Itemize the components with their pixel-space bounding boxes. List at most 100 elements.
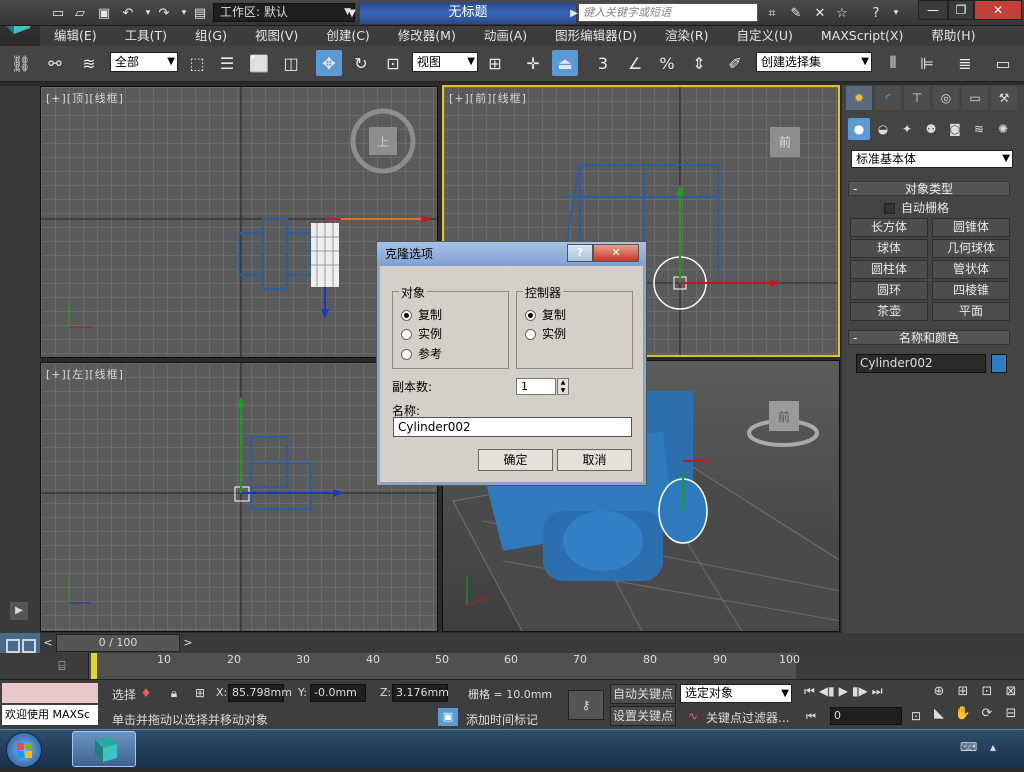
plane-button[interactable]: 平面 — [932, 302, 1010, 321]
pan-icon[interactable]: ✋ — [952, 706, 974, 726]
menu-edit[interactable]: 编辑(E) — [40, 26, 111, 46]
x-coordinate-field[interactable]: 85.798mm — [228, 684, 292, 702]
geometry-icon[interactable]: ● — [848, 118, 870, 140]
menu-maxscript[interactable]: MAXScript(X) — [807, 26, 917, 46]
binoculars-icon[interactable]: ⌗ — [762, 3, 782, 23]
select-by-name-icon[interactable]: ☰ — [214, 50, 240, 76]
pyramid-button[interactable]: 四棱锥 — [932, 281, 1010, 300]
menu-customize[interactable]: 自定义(U) — [723, 26, 807, 46]
next-frame-icon[interactable]: ▮▶ — [852, 684, 868, 704]
select-rotate-icon[interactable]: ↻ — [348, 50, 374, 76]
zoom-extents-all-icon[interactable]: ⊠ — [1000, 684, 1022, 704]
orbit-icon[interactable]: ⟳ — [976, 706, 998, 726]
manipulate-icon[interactable]: ✛ — [520, 50, 546, 76]
zoom-icon[interactable]: ⊕ — [928, 684, 950, 704]
autogrid-checkbox[interactable]: 自动栅格 — [884, 199, 1004, 215]
clone-name-input[interactable]: Cylinder002 — [393, 417, 632, 437]
add-time-tag[interactable]: 添加时间标记 — [466, 711, 538, 728]
menu-modifiers[interactable]: 修改器(M) — [384, 26, 470, 46]
current-frame-field[interactable]: 0 — [830, 707, 902, 725]
menu-create[interactable]: 创建(C) — [312, 26, 383, 46]
utilities-tab-icon[interactable]: ⚒ — [991, 86, 1017, 110]
space-warps-icon[interactable]: ≋ — [968, 118, 990, 140]
save-file-icon[interactable]: ▣ — [94, 3, 114, 23]
create-tab-icon[interactable]: ✹ — [846, 86, 872, 110]
menu-group[interactable]: 组(G) — [181, 26, 241, 46]
menu-graph-editors[interactable]: 图形编辑器(D) — [541, 26, 651, 46]
link-icon[interactable]: ⛓ — [8, 50, 34, 76]
keyboard-tray-icon[interactable]: ⌨ — [960, 740, 980, 758]
menu-views[interactable]: 视图(V) — [241, 26, 312, 46]
key-mode-toggle-icon[interactable]: ⏮ — [806, 708, 824, 726]
menu-animation[interactable]: 动画(A) — [470, 26, 541, 46]
field-of-view-icon[interactable]: ◣ — [928, 706, 950, 726]
copies-spinner-arrows-icon[interactable]: ▲ ▼ — [557, 378, 569, 395]
percent-snap-icon[interactable]: % — [654, 50, 680, 76]
maxscript-mini-listener[interactable]: 欢迎使用 MAXSc — [2, 705, 98, 725]
radio-object-reference[interactable]: 参考 — [401, 345, 442, 362]
radio-object-instance[interactable]: 实例 — [401, 325, 442, 342]
maxscript-listener-pink[interactable] — [2, 683, 98, 703]
menu-tools[interactable]: 工具(T) — [111, 26, 181, 46]
expand-panel-icon[interactable]: ▶ — [10, 602, 28, 620]
box-button[interactable]: 长方体 — [850, 218, 928, 237]
dialog-help-icon[interactable]: ? — [567, 244, 593, 262]
set-key-icon[interactable]: ⚷ — [568, 690, 604, 720]
lock-selection-icon[interactable]: 🔒︎ — [164, 683, 184, 703]
ok-button[interactable]: 确定 — [478, 449, 553, 471]
keyboard-shortcut-icon[interactable]: ⏏ — [552, 50, 578, 76]
name-color-rollout[interactable]: - 名称和颜色 — [848, 330, 1010, 345]
minimize-icon[interactable]: — — [918, 0, 948, 20]
torus-button[interactable]: 圆环 — [850, 281, 928, 300]
edit-named-selection-icon[interactable]: ✐ — [722, 50, 748, 76]
geosphere-button[interactable]: 几何球体 — [932, 239, 1010, 258]
radio-controller-instance[interactable]: 实例 — [525, 325, 566, 342]
search-input[interactable]: 键入关键字或短语 — [578, 3, 758, 22]
angle-snap-icon[interactable]: ∠ — [622, 50, 648, 76]
communication-icon[interactable]: ✕ — [810, 3, 830, 23]
key-mode-dropdown[interactable]: 选定对象 ▼ — [680, 684, 792, 703]
modify-tab-icon[interactable]: ◜ — [875, 86, 901, 110]
auto-key-button[interactable]: 自动关键点 — [610, 684, 676, 704]
start-orb-icon[interactable] — [6, 732, 42, 768]
tray-expand-icon[interactable]: ▴ — [990, 740, 1010, 758]
open-file-icon[interactable]: ▱ — [70, 3, 90, 23]
cone-button[interactable]: 圆锥体 — [932, 218, 1010, 237]
restore-icon[interactable]: ❐ — [948, 0, 974, 20]
shapes-icon[interactable]: ◒ — [872, 118, 894, 140]
cameras-icon[interactable]: ⚉ — [920, 118, 942, 140]
time-slider[interactable]: 0 / 100 — [56, 634, 180, 652]
timeline-ruler[interactable]: 10 20 30 40 50 60 70 80 90 100 — [88, 653, 800, 679]
category-dropdown[interactable]: 标准基本体 ▼ — [851, 150, 1013, 168]
z-coordinate-field[interactable]: 3.176mm — [392, 684, 449, 702]
absolute-mode-icon[interactable]: ⊞ — [190, 683, 210, 703]
reference-coord-dropdown[interactable]: 视图 ▼ — [412, 52, 478, 72]
current-frame-marker[interactable] — [91, 653, 97, 679]
close-icon[interactable]: ✕ — [974, 0, 1022, 20]
rect-selection-icon[interactable]: ⬜ — [246, 50, 272, 76]
bind-space-warp-icon[interactable]: ≋ — [76, 50, 102, 76]
object-color-swatch[interactable] — [991, 354, 1007, 373]
motion-tab-icon[interactable]: ◎ — [933, 86, 959, 110]
align-icon[interactable]: ⊫ — [914, 50, 940, 76]
set-key-button[interactable]: 设置关键点 — [610, 706, 676, 726]
track-bar[interactable]: ⌸ 10 20 30 40 50 60 70 80 90 100 — [0, 653, 1024, 679]
undo-icon[interactable]: ↶ — [118, 3, 138, 23]
maximize-viewport-icon[interactable]: ⊟ — [1000, 706, 1022, 726]
workspace-extra-icon[interactable]: ▼ — [342, 3, 362, 23]
select-object-icon[interactable]: ⬚ — [184, 50, 210, 76]
key-tool-icon[interactable]: ✎ — [786, 3, 806, 23]
object-name-field[interactable]: Cylinder002 — [856, 354, 986, 373]
y-coordinate-field[interactable]: -0.0mm — [310, 684, 366, 702]
unlink-icon[interactable]: ⚯ — [42, 50, 68, 76]
time-tag-icon[interactable]: ▣ — [438, 708, 458, 726]
menu-rendering[interactable]: 渲染(R) — [651, 26, 722, 46]
play-icon[interactable]: ▶ — [839, 684, 848, 704]
taskbar-3dsmax-button[interactable] — [72, 731, 136, 767]
select-move-icon[interactable]: ✥ — [316, 50, 342, 76]
systems-icon[interactable]: ✺ — [992, 118, 1014, 140]
hierarchy-tab-icon[interactable]: ⊤ — [904, 86, 930, 110]
sphere-button[interactable]: 球体 — [850, 239, 928, 258]
isolate-icon[interactable]: ♦ — [136, 683, 156, 703]
cancel-button[interactable]: 取消 — [557, 449, 632, 471]
